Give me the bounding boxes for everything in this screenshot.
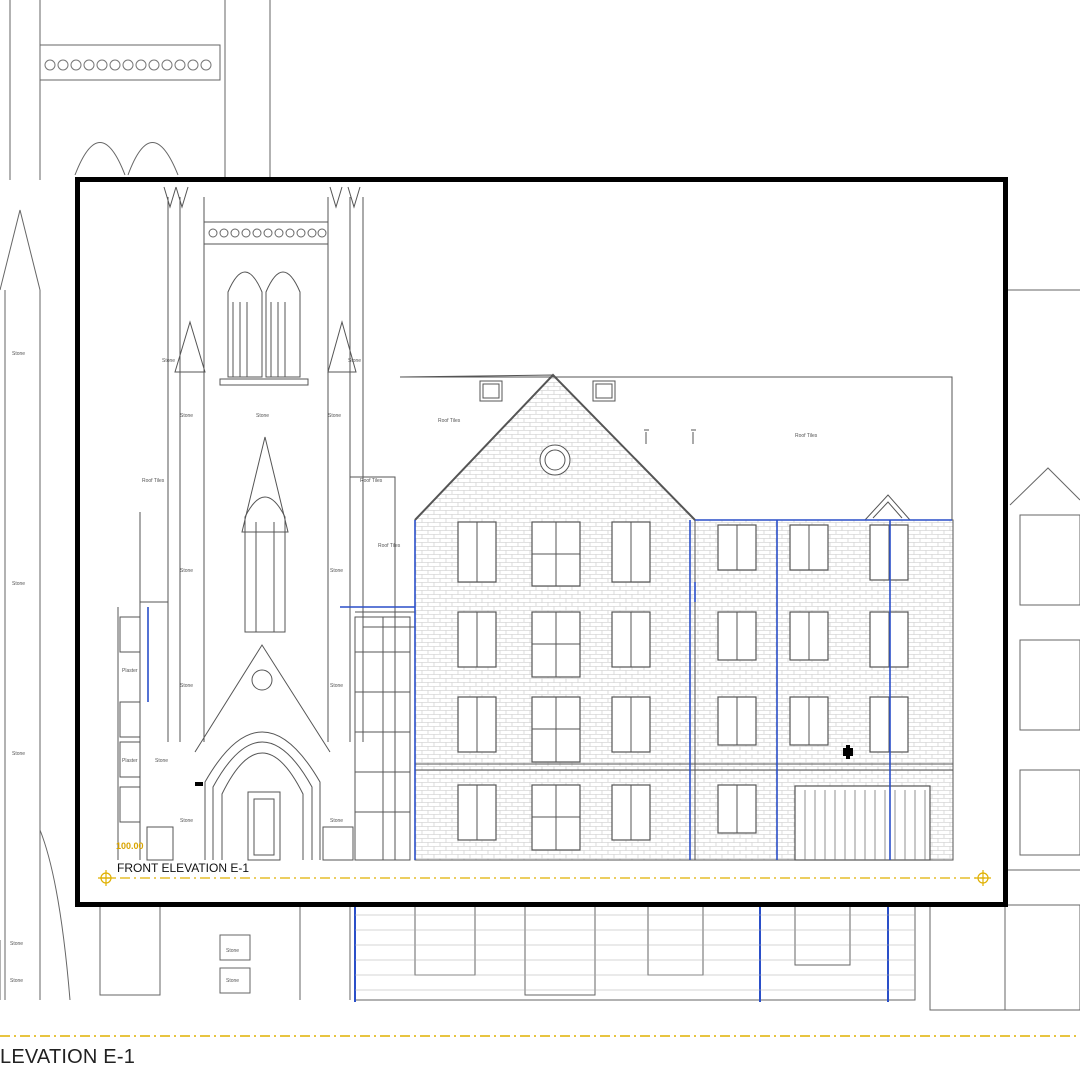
material-label: Stone	[180, 683, 193, 689]
material-label: Stone	[330, 568, 343, 574]
material-label: Stone	[180, 413, 193, 419]
material-label: Roof Tiles	[795, 433, 818, 439]
brick-building	[399, 373, 954, 861]
level-marker-right	[975, 870, 991, 886]
drawing-title: FRONT ELEVATION E-1	[117, 861, 250, 875]
material-label: Stone	[330, 683, 343, 689]
material-label: Stone	[226, 978, 239, 984]
material-label: Stone	[12, 751, 25, 757]
level-value: 100.00	[116, 841, 144, 851]
material-label: Stone	[348, 358, 361, 364]
level-marker-left	[98, 870, 114, 886]
material-label: Roof Tiles	[438, 418, 461, 424]
material-label: Stone	[12, 351, 25, 357]
label-plaster: Plaster	[122, 668, 138, 674]
background-drawing-title: LEVATION E-1	[0, 1046, 136, 1068]
zoom-viewport[interactable]: Stone Stone Stone Stone Stone Stone Ston…	[75, 177, 1008, 907]
front-elevation-drawing: Stone Stone Stone Stone Stone Stone Ston…	[98, 186, 991, 886]
material-label: Stone	[12, 581, 25, 587]
material-label: Plaster	[122, 758, 138, 764]
material-label: Stone	[256, 413, 269, 419]
label-roof-tiles: Roof Tiles	[142, 478, 165, 484]
material-label: Stone	[328, 413, 341, 419]
material-label: Stone	[180, 568, 193, 574]
material-label: Stone	[10, 941, 23, 947]
material-label: Stone	[330, 818, 343, 824]
material-label: Stone	[10, 978, 23, 984]
material-label: Stone	[155, 758, 168, 764]
label-stone: Stone	[162, 358, 175, 364]
material-label: Roof Tiles	[360, 478, 383, 484]
material-label: Stone	[180, 818, 193, 824]
material-label: Stone	[226, 948, 239, 954]
material-label: Roof Tiles	[378, 543, 401, 549]
